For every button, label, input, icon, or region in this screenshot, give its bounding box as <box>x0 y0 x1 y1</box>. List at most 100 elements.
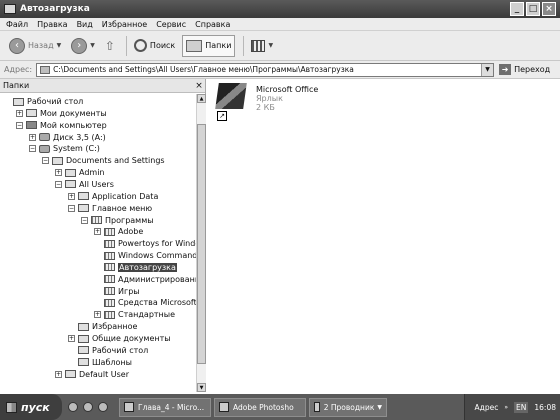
collapse-icon[interactable]: − <box>16 121 23 129</box>
program-folder-icon <box>91 216 102 224</box>
folder-icon <box>78 334 89 343</box>
toolbar: ‹ Назад ▼ › ▼ ⇧ Поиск Папки ▼ <box>0 31 560 61</box>
folder-icon <box>78 192 89 201</box>
menu-edit[interactable]: Правка <box>37 20 67 29</box>
tree-node[interactable]: + Стандартные <box>94 309 175 320</box>
tree-node[interactable]: − Documents and Settings <box>42 155 165 166</box>
menu-tools[interactable]: Сервис <box>156 20 186 29</box>
tree-node[interactable]: Рабочий стол <box>68 345 148 356</box>
tree-node[interactable]: Powertoys for Windows X <box>94 238 196 249</box>
office-shortcut-icon[interactable]: ↗ <box>215 83 251 121</box>
tree-node[interactable]: Избранное <box>68 321 137 332</box>
tree-node[interactable]: + Admin <box>55 167 105 178</box>
task-explorer[interactable]: 2 Проводник ▼ <box>309 397 387 417</box>
search-label: Поиск <box>149 41 176 50</box>
up-folder-icon: ⇧ <box>104 38 115 53</box>
maximize-button[interactable]: □ <box>526 2 540 16</box>
up-button[interactable]: ⇧ <box>102 35 118 57</box>
tray-clock[interactable]: 16:08 <box>534 403 556 412</box>
expand-icon[interactable]: + <box>55 370 62 378</box>
forward-button[interactable]: › ▼ <box>68 35 98 57</box>
menu-file[interactable]: Файл <box>6 20 28 29</box>
office-logo-icon <box>215 83 247 109</box>
quick-launch-desktop-icon[interactable] <box>83 402 93 412</box>
language-indicator[interactable]: EN <box>514 401 529 413</box>
collapse-icon[interactable]: − <box>29 145 36 153</box>
tree-node-label: Шаблоны <box>92 357 132 367</box>
back-button[interactable]: ‹ Назад ▼ <box>6 35 64 57</box>
tree-node[interactable]: Администрирование <box>94 274 196 285</box>
tree-node[interactable]: + Мои документы <box>16 108 107 119</box>
views-button[interactable]: ▼ <box>248 35 276 57</box>
tree-node[interactable]: Рабочий стол <box>3 96 83 107</box>
tree-node[interactable]: Игры <box>94 286 140 297</box>
task-photoshop[interactable]: Adobe Photosho <box>214 397 306 417</box>
forward-arrow-icon: › <box>71 37 88 54</box>
collapse-icon[interactable]: − <box>55 180 62 188</box>
close-button[interactable]: × <box>542 2 556 16</box>
expand-icon[interactable]: + <box>16 109 23 117</box>
tree-node[interactable]: − Программы <box>81 215 154 226</box>
tray-expand-icon[interactable]: » <box>504 404 508 411</box>
expand-icon[interactable]: + <box>55 169 62 177</box>
tree-scrollbar[interactable]: ▲ ▼ <box>196 94 206 392</box>
tree-node[interactable]: + Default User <box>55 369 129 380</box>
scroll-down-icon[interactable]: ▼ <box>197 383 206 392</box>
folder-icon <box>65 180 76 189</box>
close-icon[interactable]: × <box>193 81 205 91</box>
expand-icon[interactable]: + <box>29 133 36 141</box>
menu-help[interactable]: Справка <box>195 20 230 29</box>
expand-icon[interactable]: + <box>68 335 75 342</box>
task-label: 2 Проводник <box>323 402 375 412</box>
folder-icon <box>78 346 89 355</box>
file-item[interactable]: Microsoft Office Ярлык 2 КБ <box>256 85 318 112</box>
collapse-icon[interactable]: − <box>68 204 75 212</box>
minimize-button[interactable]: _ <box>510 2 524 16</box>
tree-node[interactable]: − Главное меню <box>68 203 152 214</box>
folders-label: Папки <box>205 41 232 50</box>
expand-icon[interactable]: + <box>94 311 101 319</box>
chevron-down-icon: ▼ <box>268 42 274 49</box>
expand-icon[interactable]: + <box>94 228 101 236</box>
collapse-icon[interactable]: − <box>81 216 88 224</box>
quick-launch-browser-icon[interactable] <box>68 402 78 412</box>
tree-node[interactable]: + Общие документы <box>68 333 171 344</box>
shortcut-arrow-icon: ↗ <box>217 111 227 121</box>
expand-icon[interactable]: + <box>68 192 75 200</box>
folders-pane-title: Папки <box>3 81 30 90</box>
tree-node-label: Мой компьютер <box>40 120 107 130</box>
tree-node[interactable]: + Application Data <box>68 191 158 202</box>
tree-node-label: Администрирование <box>118 274 196 284</box>
start-button[interactable]: пуск <box>0 394 62 420</box>
tray-address-toolbar[interactable]: Адрес <box>475 403 499 412</box>
address-input[interactable]: C:\Documents and Settings\All Users\Глав… <box>36 62 495 77</box>
task-word[interactable]: Глава_4 - Micro... <box>119 397 211 417</box>
address-dropdown[interactable]: ▼ <box>481 63 494 76</box>
tree-node[interactable]: Шаблоны <box>68 357 132 368</box>
tree-node[interactable]: Средства Microsoft Offic <box>94 297 196 308</box>
scroll-thumb[interactable] <box>197 124 206 364</box>
explorer-icon <box>314 402 320 412</box>
desktop-icon <box>13 97 24 106</box>
quick-launch-media-icon[interactable] <box>98 402 108 412</box>
menu-favorites[interactable]: Избранное <box>102 20 147 29</box>
tree-node[interactable]: − System (C:) <box>29 143 100 154</box>
tree-node[interactable]: + Adobe <box>94 226 143 237</box>
scroll-up-icon[interactable]: ▲ <box>197 94 206 103</box>
collapse-icon[interactable]: − <box>42 157 49 165</box>
back-label: Назад <box>28 41 54 50</box>
go-label: Переход <box>514 65 551 74</box>
folders-button[interactable]: Папки <box>182 34 236 57</box>
go-button[interactable]: ➜ Переход <box>499 64 550 75</box>
search-button[interactable]: Поиск <box>131 35 178 57</box>
tree-node[interactable]: − Мой компьютер <box>16 120 107 131</box>
tree-node[interactable]: Windows Commander <box>94 250 196 261</box>
title-bar[interactable]: Автозагрузка _ □ × <box>0 0 560 18</box>
tree-node[interactable]: Автозагрузка <box>94 262 177 273</box>
menu-view[interactable]: Вид <box>77 20 93 29</box>
tree-node[interactable]: + Диск 3,5 (A:) <box>29 132 106 143</box>
tree-node[interactable]: − All Users <box>55 179 114 190</box>
